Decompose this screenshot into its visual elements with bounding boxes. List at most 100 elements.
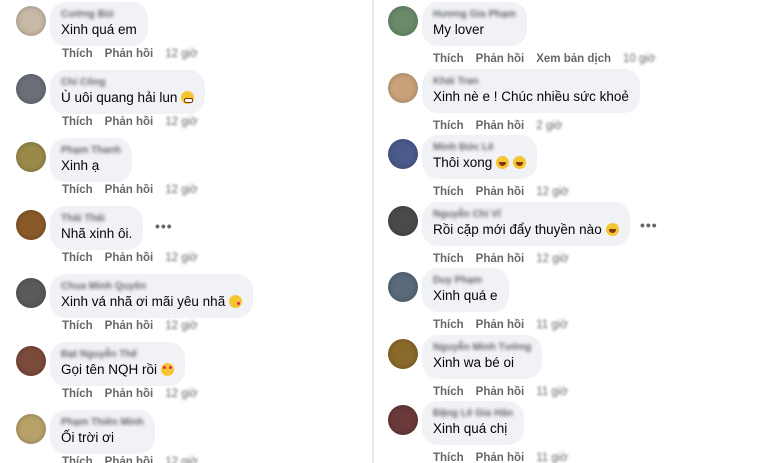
avatar[interactable] xyxy=(388,6,418,36)
more-options-icon[interactable]: ••• xyxy=(640,217,658,233)
reply-button[interactable]: Phản hồi xyxy=(476,53,525,65)
laughing-emoji-icon xyxy=(513,156,527,169)
comment-author[interactable]: Phạm Thanh xyxy=(61,144,121,157)
like-button[interactable]: Thích xyxy=(433,53,464,65)
comment-bubble: Phạm Thanh Xinh ạ xyxy=(50,138,133,182)
comment-bubble: Đạt Nguyễn Thế Gọi tên NQH rồi xyxy=(50,342,186,386)
reply-button[interactable]: Phản hồi xyxy=(105,252,154,264)
comment-item: Nguyễn Minh Tường Xinh wa bé oi Thích Phản … xyxy=(374,334,780,402)
comment-author[interactable]: Khải Tran xyxy=(433,75,629,88)
comment-actions: Thích Phản hồi 11 giờ xyxy=(433,386,580,398)
avatar[interactable] xyxy=(388,205,418,236)
comment-timestamp[interactable]: 12 giờ xyxy=(536,186,568,198)
reply-button[interactable]: Phản hồi xyxy=(476,319,525,331)
comment-item: Đặng Lê Gia Hân Xinh quá chị Thích Phản hồi… xyxy=(374,401,780,463)
avatar[interactable] xyxy=(16,414,46,444)
right-comment-column: Hương Gia Phạm My lover Thích Phản hồi Xem b… xyxy=(374,0,780,463)
translate-button[interactable]: Xem bản dịch xyxy=(536,53,611,65)
comment-text: Gọi tên NQH rồi xyxy=(61,361,175,379)
reply-button[interactable]: Phản hồi xyxy=(476,120,525,132)
comment-author[interactable]: Chí Công xyxy=(61,76,194,89)
avatar[interactable] xyxy=(16,278,46,308)
avatar[interactable] xyxy=(16,346,46,376)
comment-text-content: Xinh quá chị xyxy=(433,421,508,436)
comment-timestamp[interactable]: 11 giờ xyxy=(536,386,568,398)
comment-author[interactable]: Thái Thái xyxy=(61,212,132,225)
reply-button[interactable]: Phản hồi xyxy=(476,386,525,398)
avatar[interactable] xyxy=(16,142,46,172)
comment-timestamp[interactable]: 12 giờ xyxy=(165,116,197,128)
comment-actions: Thích Phản hồi 11 giờ xyxy=(433,452,580,463)
reply-button[interactable]: Phản hồi xyxy=(105,116,154,128)
comment-bubble: Thái Thái Nhã xinh ôi. xyxy=(50,206,144,250)
comment-actions: Thích Phản hồi 2 giờ xyxy=(433,120,574,132)
comment-timestamp[interactable]: 11 giờ xyxy=(536,319,568,331)
comment-text: Rồi cặp mới đẩy thuyền nào xyxy=(433,221,619,239)
comment-author[interactable]: Minh Đức Lê xyxy=(433,141,526,154)
comment-author[interactable]: Chua Minh Quyên xyxy=(61,280,242,293)
avatar[interactable] xyxy=(388,72,418,103)
reply-button[interactable]: Phản hồi xyxy=(476,452,525,463)
comment-timestamp[interactable]: 12 giờ xyxy=(165,48,197,60)
comment-author[interactable]: Phạm Thiên Minh xyxy=(61,416,144,429)
comment-bubble: Phạm Thiên Minh Ối trời ơi xyxy=(50,410,155,454)
like-button[interactable]: Thích xyxy=(62,116,93,128)
avatar[interactable] xyxy=(16,74,46,104)
comment-author[interactable]: Duy Phạm xyxy=(433,274,498,287)
avatar[interactable] xyxy=(388,338,418,369)
comment-timestamp[interactable]: 12 giờ xyxy=(165,184,197,196)
reply-button[interactable]: Phản hồi xyxy=(105,388,154,400)
like-button[interactable]: Thích xyxy=(433,452,464,463)
like-button[interactable]: Thích xyxy=(62,320,93,332)
like-button[interactable]: Thích xyxy=(433,253,464,265)
like-button[interactable]: Thích xyxy=(62,184,93,196)
comment-text-content: Xinh quá em xyxy=(61,22,137,37)
comment-timestamp[interactable]: 12 giờ xyxy=(165,388,197,400)
reply-button[interactable]: Phản hồi xyxy=(105,48,154,60)
comment-timestamp[interactable]: 12 giờ xyxy=(536,253,568,265)
comment-timestamp[interactable]: 12 giờ xyxy=(165,456,197,463)
comment-bubble: Đặng Lê Gia Hân Xinh quá chị xyxy=(422,401,525,445)
comment-timestamp[interactable]: 2 giờ xyxy=(536,120,562,132)
avatar[interactable] xyxy=(388,272,418,302)
like-button[interactable]: Thích xyxy=(62,252,93,264)
avatar[interactable] xyxy=(388,405,418,435)
comment-author[interactable]: Cường Bùi xyxy=(61,8,137,21)
avatar[interactable] xyxy=(16,6,46,36)
reply-button[interactable]: Phản hồi xyxy=(476,253,525,265)
comment-actions: Thích Phản hồi 12 giờ xyxy=(62,456,210,463)
reply-button[interactable]: Phản hồi xyxy=(105,456,154,463)
comment-text-content: Gọi tên NQH rồi xyxy=(61,362,158,377)
like-button[interactable]: Thích xyxy=(433,186,464,198)
comment-timestamp[interactable]: 11 giờ xyxy=(536,452,568,463)
comment-author[interactable]: Nguyễn Chí Vĩ xyxy=(433,208,619,221)
reply-button[interactable]: Phản hồi xyxy=(476,186,525,198)
comment-item: Phạm Thiên Minh Ối trời ơi Thích Phản hồi 12… xyxy=(0,410,372,463)
like-button[interactable]: Thích xyxy=(433,120,464,132)
avatar[interactable] xyxy=(16,210,46,240)
comment-text: Xinh wa bé oi xyxy=(433,354,531,372)
like-button[interactable]: Thích xyxy=(433,319,464,331)
comment-actions: Thích Phản hồi Xem bản dịch 10 giờ xyxy=(433,53,668,65)
heart-eyes-emoji-icon xyxy=(161,363,175,376)
comment-timestamp[interactable]: 12 giờ xyxy=(165,320,197,332)
comment-author[interactable]: Hương Gia Phạm xyxy=(433,8,516,21)
comment-bubble: Hương Gia Phạm My lover xyxy=(422,2,527,46)
like-button[interactable]: Thích xyxy=(62,388,93,400)
comment-timestamp[interactable]: 10 giờ xyxy=(623,53,655,65)
avatar[interactable] xyxy=(388,139,418,169)
reply-button[interactable]: Phản hồi xyxy=(105,184,154,196)
comment-actions: Thích Phản hồi 12 giờ xyxy=(433,253,581,265)
comment-author[interactable]: Nguyễn Minh Tường xyxy=(433,341,531,354)
comment-timestamp[interactable]: 12 giờ xyxy=(165,252,197,264)
comment-text: Xinh quá chị xyxy=(433,420,513,438)
reply-button[interactable]: Phản hồi xyxy=(105,320,154,332)
comment-text: Thôi xong xyxy=(433,154,527,172)
like-button[interactable]: Thích xyxy=(433,386,464,398)
more-options-icon[interactable]: ••• xyxy=(155,218,173,234)
like-button[interactable]: Thích xyxy=(62,456,93,463)
comment-author[interactable]: Đạt Nguyễn Thế xyxy=(61,348,174,361)
comment-author[interactable]: Đặng Lê Gia Hân xyxy=(433,407,513,420)
like-button[interactable]: Thích xyxy=(62,48,93,60)
comment-text: Ù uôi quang hải lun xyxy=(61,89,195,107)
